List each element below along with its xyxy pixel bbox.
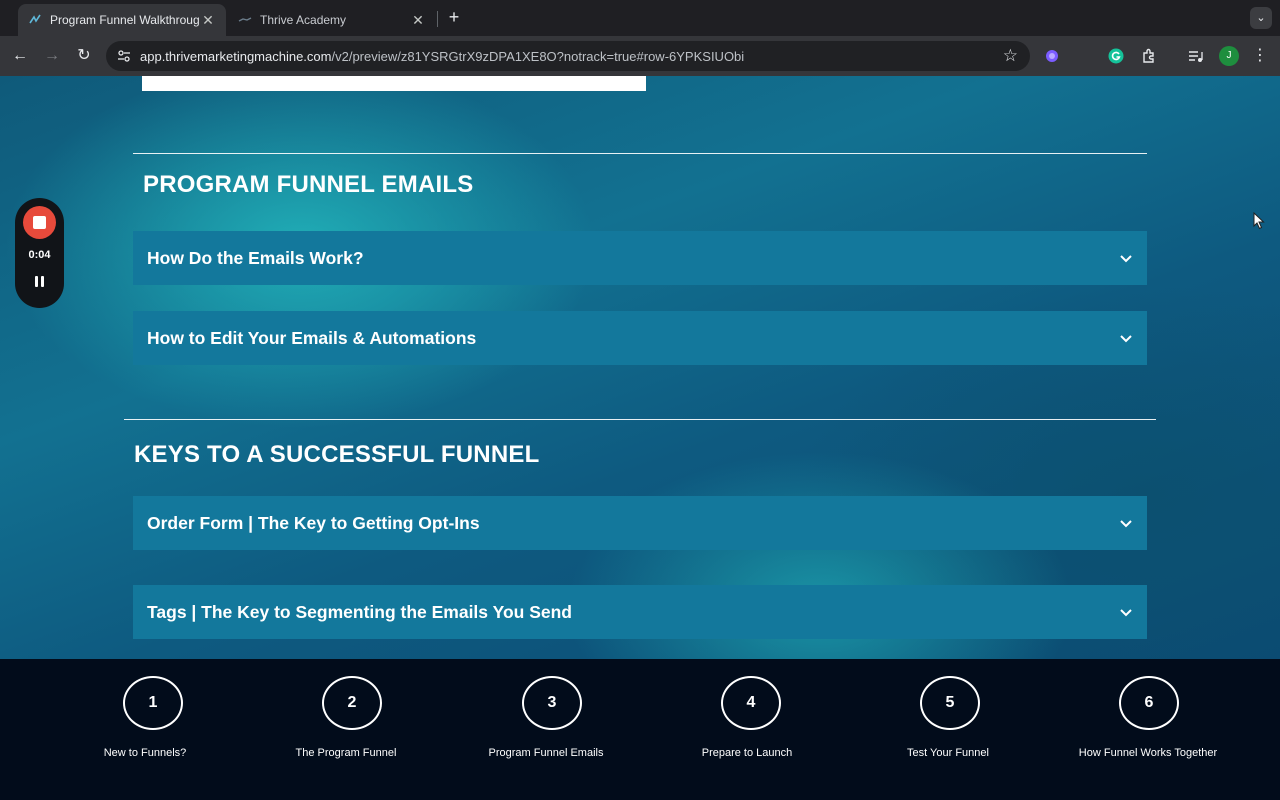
- tab-program-funnel-walkthrough[interactable]: Program Funnel Walkthrough ✕: [18, 4, 226, 36]
- site-settings-icon[interactable]: [116, 48, 132, 64]
- step-6[interactable]: 6 How Funnel Works Together: [1048, 659, 1248, 800]
- tab-search-chevron-icon[interactable]: ⌄: [1250, 7, 1272, 29]
- media-queue-icon[interactable]: [1186, 47, 1204, 65]
- tab-strip: Program Funnel Walkthrough ✕ Thrive Acad…: [0, 0, 1280, 36]
- recording-timer: 0:04: [28, 249, 51, 261]
- step-label: New to Funnels?: [103, 747, 187, 759]
- tab-close-icon[interactable]: ✕: [200, 12, 216, 29]
- accordion-edit-emails-automations[interactable]: How to Edit Your Emails & Automations: [133, 311, 1147, 365]
- step-5[interactable]: 5 Test Your Funnel: [848, 659, 1048, 800]
- browser-toolbar: ← → ↻ app.thrivemarketingmachine.com/v2/…: [0, 36, 1280, 76]
- step-label: Program Funnel Emails: [488, 747, 604, 759]
- steps-navigation-bar: 1 New to Funnels? 2 The Program Funnel 3…: [0, 659, 1280, 800]
- step-label: The Program Funnel: [295, 747, 397, 759]
- step-label: Test Your Funnel: [907, 747, 989, 759]
- tab-separator: [437, 11, 438, 27]
- section-divider: [124, 419, 1156, 420]
- step-3[interactable]: 3 Program Funnel Emails: [446, 659, 646, 800]
- profile-avatar[interactable]: J: [1219, 46, 1239, 66]
- stop-recording-button[interactable]: [23, 206, 56, 239]
- accordion-how-emails-work[interactable]: How Do the Emails Work?: [133, 231, 1147, 285]
- site-favicon-icon: [29, 14, 41, 24]
- accordion-tags-segmenting[interactable]: Tags | The Key to Segmenting the Emails …: [133, 585, 1147, 639]
- accordion-order-form[interactable]: Order Form | The Key to Getting Opt-Ins: [133, 496, 1147, 550]
- page-content: PROGRAM FUNNEL EMAILS How Do the Emails …: [0, 76, 1280, 659]
- back-arrow-icon[interactable]: ←: [8, 44, 32, 68]
- step-number-circle: 4: [721, 676, 781, 730]
- section-divider: [133, 153, 1147, 154]
- tab-close-icon[interactable]: ✕: [410, 12, 426, 29]
- pause-icon[interactable]: [33, 275, 46, 288]
- tab-title: Program Funnel Walkthrough: [50, 13, 200, 27]
- step-number-circle: 5: [920, 676, 980, 730]
- step-1[interactable]: 1 New to Funnels?: [45, 659, 245, 800]
- white-panel-edge: [142, 76, 646, 91]
- extension-burst-icon[interactable]: [1043, 47, 1061, 65]
- thrive-favicon-icon: [238, 17, 252, 22]
- screen-recorder-widget: 0:04: [15, 198, 64, 308]
- bookmark-star-icon[interactable]: ☆: [1003, 46, 1018, 66]
- stop-square-icon: [33, 216, 46, 229]
- address-bar[interactable]: app.thrivemarketingmachine.com/v2/previe…: [106, 41, 1030, 71]
- step-label: How Funnel Works Together: [1078, 747, 1218, 759]
- step-number-circle: 3: [522, 676, 582, 730]
- step-4[interactable]: 4 Prepare to Launch: [647, 659, 847, 800]
- accordion-label: Tags | The Key to Segmenting the Emails …: [147, 601, 572, 622]
- tab-thrive-academy[interactable]: Thrive Academy ✕: [228, 4, 436, 36]
- step-number-circle: 2: [322, 676, 382, 730]
- url-host: app.thrivemarketingmachine.com: [140, 49, 332, 64]
- accordion-label: How to Edit Your Emails & Automations: [147, 327, 477, 348]
- url-text[interactable]: app.thrivemarketingmachine.com/v2/previe…: [140, 49, 744, 64]
- mouse-cursor-icon: [1253, 212, 1265, 230]
- grammarly-icon[interactable]: [1107, 47, 1125, 65]
- new-tab-plus-icon[interactable]: +: [444, 7, 464, 27]
- accordion-label: How Do the Emails Work?: [147, 247, 364, 268]
- section-title-keys-successful-funnel: KEYS TO A SUCCESSFUL FUNNEL: [134, 441, 540, 468]
- chevron-down-icon: [1120, 255, 1132, 263]
- accordion-label: Order Form | The Key to Getting Opt-Ins: [147, 512, 480, 533]
- url-path: /v2/preview/z81YSRGtrX9zDPA1XE8O?notrack…: [331, 49, 745, 64]
- section-title-program-funnel-emails: PROGRAM FUNNEL EMAILS: [143, 171, 474, 198]
- step-number-circle: 6: [1119, 676, 1179, 730]
- browser-menu-icon[interactable]: ⋮: [1252, 45, 1268, 65]
- chevron-down-icon: [1120, 335, 1132, 343]
- step-number-circle: 1: [123, 676, 183, 730]
- forward-arrow-icon[interactable]: →: [40, 44, 64, 68]
- extension-crescent-icon[interactable]: [1075, 47, 1093, 65]
- step-label: Prepare to Launch: [701, 747, 793, 759]
- reload-icon[interactable]: ↻: [72, 44, 96, 68]
- extensions-puzzle-icon[interactable]: [1140, 47, 1158, 65]
- step-2[interactable]: 2 The Program Funnel: [246, 659, 446, 800]
- chevron-down-icon: [1120, 520, 1132, 528]
- chevron-down-icon: [1120, 609, 1132, 617]
- tab-title: Thrive Academy: [260, 13, 347, 27]
